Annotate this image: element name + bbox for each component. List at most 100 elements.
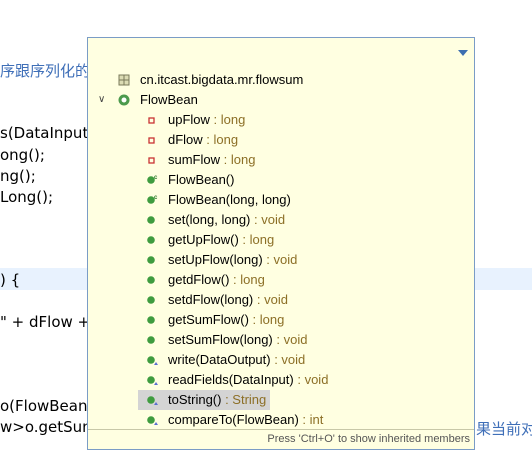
member-type: : int — [298, 412, 324, 427]
editor-line: ong(); — [0, 146, 45, 164]
editor-line-text: " + dFlow + — [0, 313, 91, 331]
filter-input[interactable] — [92, 42, 436, 64]
member-type: : void — [272, 332, 308, 347]
outline-item-label: upFlow : long — [168, 112, 245, 127]
override-method-icon — [147, 396, 158, 405]
private-field-icon — [148, 117, 155, 124]
outline-item[interactable]: compareTo(FlowBean) : int — [88, 410, 474, 430]
public-method-icon — [147, 236, 155, 244]
outline-item[interactable]: ∨ FlowBean — [88, 90, 474, 110]
public-method-icon — [147, 276, 155, 284]
outline-item[interactable]: dFlow : long — [88, 130, 474, 150]
outline-item-label: toString() : String — [168, 392, 266, 407]
outline-item[interactable]: upFlow : long — [88, 110, 474, 130]
member-name: cn.itcast.bigdata.mr.flowsum — [140, 72, 304, 87]
member-name: FlowBean() — [168, 172, 235, 187]
member-type: : long — [238, 232, 275, 247]
outline-item-label: cn.itcast.bigdata.mr.flowsum — [140, 72, 303, 87]
editor-line: Long(); — [0, 188, 54, 206]
outline-item[interactable]: sumFlow : long — [88, 150, 474, 170]
public-method-icon — [147, 316, 155, 324]
member-type: : void — [250, 212, 286, 227]
override-method-icon — [147, 416, 158, 425]
status-bar: Press 'Ctrl+O' to show inherited members — [88, 429, 474, 449]
private-field-icon — [148, 137, 155, 144]
member-type: : long — [209, 112, 246, 127]
editor-line: ) { — [0, 271, 21, 289]
member-type: : void — [270, 352, 306, 367]
outline-item[interactable]: setdFlow(long) : void — [88, 290, 474, 310]
member-name: getSumFlow() — [168, 312, 249, 327]
quick-outline-popup[interactable]: cn.itcast.bigdata.mr.flowsum ∨ FlowBean upF… — [87, 37, 475, 450]
member-name: setdFlow(long) — [168, 292, 254, 307]
member-name: FlowBean — [140, 92, 198, 107]
outline-item-label: setSumFlow(long) : void — [168, 332, 307, 347]
outline-item[interactable]: getdFlow() : long — [88, 270, 474, 290]
outline-item[interactable]: toString() : String — [88, 390, 474, 410]
member-type: : void — [253, 292, 288, 307]
outline-item[interactable]: cn.itcast.bigdata.mr.flowsum — [88, 70, 474, 90]
outline-item-label: FlowBean() — [168, 172, 234, 187]
outline-item[interactable]: write(DataOutput) : void — [88, 350, 474, 370]
editor-right-text: 果当前对 — [476, 420, 532, 438]
outline-item[interactable]: c FlowBean(long, long) — [88, 190, 474, 210]
outline-item[interactable]: readFields(DataInput) : void — [88, 370, 474, 390]
outline-item-label: setdFlow(long) : void — [168, 292, 288, 307]
editor-line: " + dFlow + — [0, 313, 90, 331]
member-name: set(long, long) — [168, 212, 251, 227]
constructor-icon: c — [147, 195, 158, 204]
constructor-icon: c — [147, 175, 158, 184]
member-type: : long — [248, 312, 285, 327]
outline-item[interactable]: setSumFlow(long) : void — [88, 330, 474, 350]
member-name: write(DataOutput) — [168, 352, 271, 367]
outline-item[interactable]: getSumFlow() : long — [88, 310, 474, 330]
editor-line: w>o.getSum — [0, 418, 97, 436]
public-method-icon — [147, 256, 155, 264]
outline-item-label: getUpFlow() : long — [168, 232, 274, 247]
member-type: : void — [293, 372, 329, 387]
member-name: readFields(DataInput) — [168, 372, 294, 387]
member-type: : void — [262, 252, 298, 267]
svg-text:c: c — [154, 195, 158, 201]
member-name: compareTo(FlowBean) — [168, 412, 299, 427]
outline-item-label: getdFlow() : long — [168, 272, 265, 287]
public-method-icon — [147, 296, 155, 304]
member-type: : long — [220, 152, 256, 167]
public-method-icon — [147, 336, 155, 344]
popup-header — [88, 38, 474, 68]
outline-item-label: FlowBean — [140, 92, 198, 107]
view-menu-chevron-icon[interactable] — [458, 50, 468, 56]
member-name: toString() — [168, 392, 222, 407]
member-name: upFlow — [168, 112, 210, 127]
member-name: getUpFlow() — [168, 232, 239, 247]
member-name: setSumFlow(long) — [168, 332, 273, 347]
public-method-icon — [147, 216, 155, 224]
member-name: getdFlow() — [168, 272, 230, 287]
editor-line: ng(); — [0, 167, 36, 185]
member-name: sumFlow — [168, 152, 221, 167]
expand-chevron-icon[interactable]: ∨ — [98, 94, 105, 105]
outline-item-label: dFlow : long — [168, 132, 238, 147]
outline-item[interactable]: setUpFlow(long) : void — [88, 250, 474, 270]
status-text: Press 'Ctrl+O' to show inherited members — [267, 433, 470, 445]
editor-line: s(DataInput — [0, 124, 89, 142]
outline-item-label: FlowBean(long, long) — [168, 192, 291, 207]
member-type: : long — [229, 272, 265, 287]
outline-item[interactable]: set(long, long) : void — [88, 210, 474, 230]
outline-item-label: write(DataOutput) : void — [168, 352, 305, 367]
member-type: : String — [221, 392, 267, 407]
outline-item[interactable]: getUpFlow() : long — [88, 230, 474, 250]
outline-item-label: setUpFlow(long) : void — [168, 252, 297, 267]
outline-item-label: getSumFlow() : long — [168, 312, 284, 327]
member-name: dFlow — [168, 132, 203, 147]
editor-line: 序跟序列化的 — [0, 62, 91, 80]
svg-text:c: c — [154, 175, 158, 181]
outline-item[interactable]: c FlowBean() — [88, 170, 474, 190]
outline-item-label: sumFlow : long — [168, 152, 255, 167]
override-method-icon — [147, 376, 158, 385]
import-container-icon — [118, 74, 130, 86]
private-field-icon — [148, 157, 155, 164]
outline-item-label: readFields(DataInput) : void — [168, 372, 328, 387]
override-method-icon — [147, 356, 158, 365]
member-type: : long — [202, 132, 239, 147]
